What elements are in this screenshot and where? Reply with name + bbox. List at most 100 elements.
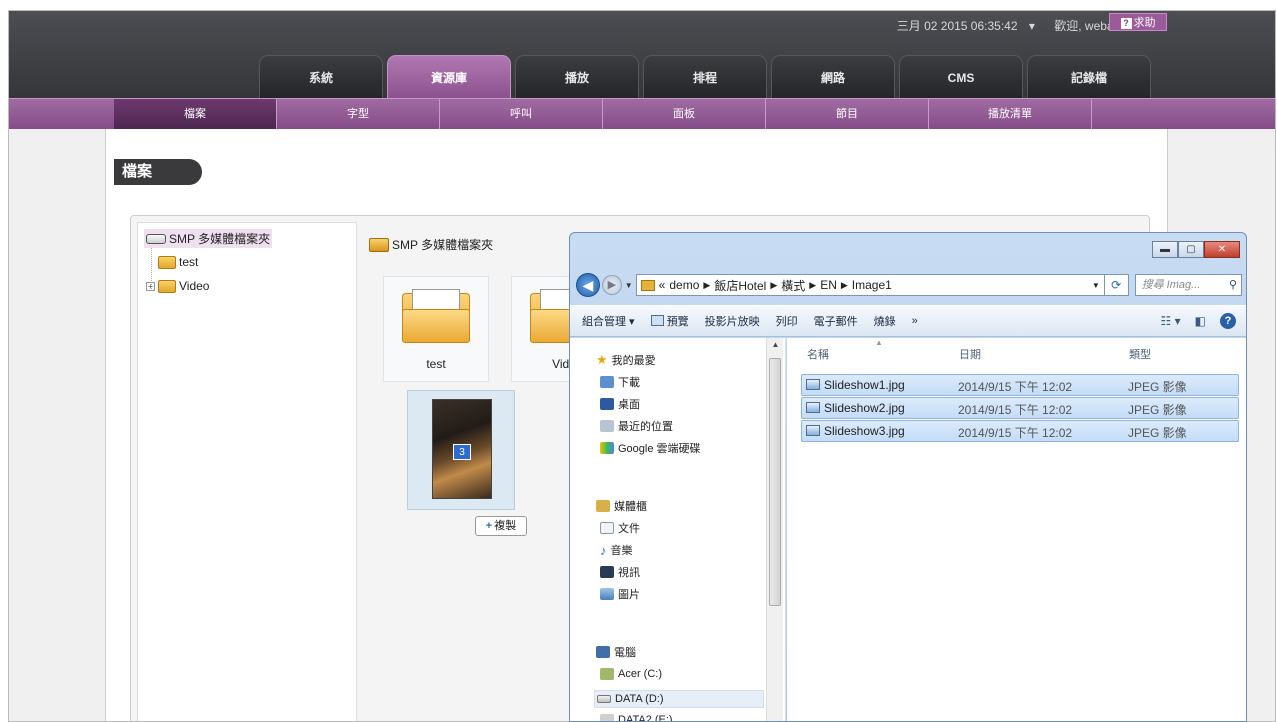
tree-item-test[interactable]: test bbox=[158, 255, 198, 269]
nav-item-downloads[interactable]: 下載 bbox=[600, 374, 640, 390]
subtab-program[interactable]: 節目 bbox=[766, 99, 929, 129]
drive-icon bbox=[600, 714, 614, 721]
file-type: JPEG 影像 bbox=[1128, 426, 1187, 440]
tab-library[interactable]: 資源庫 bbox=[387, 55, 511, 99]
help-button[interactable]: ? 求助 bbox=[1109, 13, 1167, 31]
downloads-icon bbox=[600, 376, 614, 388]
tab-playback[interactable]: 播放 bbox=[515, 55, 639, 99]
nav-scrollbar[interactable]: ▲ bbox=[766, 338, 784, 721]
breadcrumb-item[interactable]: Image1 bbox=[852, 278, 892, 292]
subtab-playlist[interactable]: 播放清單 bbox=[929, 99, 1092, 129]
nav-item-drive-d[interactable]: DATA (D:) bbox=[594, 690, 764, 708]
tab-system[interactable]: 系統 bbox=[259, 55, 383, 99]
navigation-pane: ★ 我的最愛 下載 桌面 最近的位置 Google 雲端硬碟 媒體櫃 文件 ♪ bbox=[570, 338, 786, 721]
document-icon bbox=[600, 522, 614, 534]
breadcrumb-item[interactable]: demo bbox=[669, 278, 699, 292]
minimize-button[interactable]: ▬ bbox=[1152, 241, 1178, 258]
nav-libraries[interactable]: 媒體櫃 bbox=[596, 498, 647, 514]
nav-item-drive-c[interactable]: Acer (C:) bbox=[600, 668, 662, 680]
sub-navigation: 檔案 字型 呼叫 面板 節目 播放清單 bbox=[9, 98, 1275, 129]
breadcrumb-overflow[interactable]: « bbox=[659, 278, 666, 292]
tree-item-root[interactable]: SMP 多媒體檔案夾 bbox=[144, 229, 273, 248]
slideshow-button[interactable]: 投影片放映 bbox=[705, 313, 760, 329]
nav-item-documents[interactable]: 文件 bbox=[600, 520, 640, 536]
chevron-right-icon: ▶ bbox=[703, 279, 711, 290]
breadcrumb-item[interactable]: EN bbox=[820, 278, 837, 292]
file-name: Slideshow1.jpg bbox=[824, 378, 905, 392]
chevron-down-icon[interactable]: ▼ bbox=[1092, 281, 1100, 290]
file-row[interactable]: Slideshow2.jpg 2014/9/15 下午 12:02 JPEG 影… bbox=[801, 397, 1239, 419]
file-date: 2014/9/15 下午 12:02 bbox=[958, 380, 1073, 394]
file-name-cell: Slideshow1.jpg bbox=[806, 378, 905, 392]
folder-tree: SMP 多媒體檔案夾 test + Video bbox=[137, 222, 357, 721]
subtab-call[interactable]: 呼叫 bbox=[440, 99, 603, 129]
print-button[interactable]: 列印 bbox=[776, 313, 798, 329]
tree-item-video[interactable]: + Video bbox=[146, 279, 209, 293]
nav-item-recent[interactable]: 最近的位置 bbox=[600, 418, 673, 434]
chevron-right-icon: ▶ bbox=[840, 279, 848, 290]
back-button[interactable]: ◀ bbox=[576, 273, 600, 297]
more-commands-button[interactable]: » bbox=[912, 315, 918, 327]
history-dropdown-icon[interactable]: ▼ bbox=[625, 281, 633, 290]
maximize-button[interactable]: ▢ bbox=[1178, 241, 1204, 258]
subtab-panel[interactable]: 面板 bbox=[603, 99, 766, 129]
datetime-dropdown[interactable]: 三月 02 2015 06:35:42 ▾ bbox=[889, 19, 1035, 33]
forward-button[interactable]: ▶ bbox=[601, 275, 622, 295]
burn-button[interactable]: 燒錄 bbox=[874, 313, 896, 329]
preview-button[interactable]: 預覽 bbox=[650, 313, 689, 329]
help-icon[interactable]: ? bbox=[1220, 313, 1236, 329]
folder-tile-test[interactable]: test bbox=[383, 276, 489, 382]
column-header-type[interactable]: 類型 bbox=[1129, 346, 1151, 362]
organize-button[interactable]: 組合管理 ▾ bbox=[582, 313, 635, 329]
tab-cms[interactable]: CMS bbox=[899, 55, 1023, 99]
address-bar[interactable]: « demo ▶ 飯店Hotel ▶ 橫式 ▶ EN ▶ Image1 ▼ bbox=[635, 274, 1105, 296]
tab-schedule[interactable]: 排程 bbox=[643, 55, 767, 99]
subtab-fonts[interactable]: 字型 bbox=[277, 99, 440, 129]
preview-icon bbox=[650, 315, 664, 326]
column-header-name[interactable]: 名稱 bbox=[807, 346, 829, 362]
tab-network[interactable]: 網路 bbox=[771, 55, 895, 99]
nav-computer[interactable]: 電腦 bbox=[596, 644, 636, 660]
column-header-date[interactable]: 日期 bbox=[959, 346, 981, 362]
nav-item-pictures[interactable]: 圖片 bbox=[600, 586, 640, 602]
nav-item-google-drive[interactable]: Google 雲端硬碟 bbox=[600, 440, 701, 456]
column-label: 名稱 bbox=[807, 349, 829, 361]
plus-icon: + bbox=[485, 520, 493, 532]
breadcrumb-item[interactable]: 橫式 bbox=[781, 277, 805, 294]
subtab-files[interactable]: 檔案 bbox=[114, 99, 277, 129]
file-name: Slideshow2.jpg bbox=[824, 401, 905, 415]
email-button[interactable]: 電子郵件 bbox=[814, 313, 858, 329]
tab-log[interactable]: 記錄檔 bbox=[1027, 55, 1151, 99]
file-row[interactable]: Slideshow1.jpg 2014/9/15 下午 12:02 JPEG 影… bbox=[801, 374, 1239, 396]
nav-item-music[interactable]: ♪ 音樂 bbox=[600, 542, 633, 558]
expand-icon[interactable]: + bbox=[146, 281, 155, 291]
file-row[interactable]: Slideshow3.jpg 2014/9/15 下午 12:02 JPEG 影… bbox=[801, 420, 1239, 442]
current-folder-header: SMP 多媒體檔案夾 bbox=[369, 236, 493, 253]
breadcrumb-item[interactable]: 飯店Hotel bbox=[714, 277, 766, 294]
image-file-icon bbox=[806, 425, 820, 436]
view-options-icon[interactable]: ☷ ▾ bbox=[1161, 314, 1181, 328]
nav-item-videos[interactable]: 視訊 bbox=[600, 564, 640, 580]
preview-pane-icon[interactable]: ◧ bbox=[1195, 314, 1206, 328]
file-list: 名稱 ▲ 日期 類型 Slideshow1.jpg 2014/9/15 下午 1… bbox=[787, 338, 1246, 721]
copy-button[interactable]: + 複製 bbox=[475, 516, 527, 536]
folder-icon bbox=[158, 279, 176, 293]
close-button[interactable]: ✕ bbox=[1204, 241, 1240, 258]
nav-favorites[interactable]: ★ 我的最愛 bbox=[596, 352, 656, 368]
nav-label: DATA (D:) bbox=[615, 693, 664, 705]
nav-item-desktop[interactable]: 桌面 bbox=[600, 396, 640, 412]
nav-item-drive-e[interactable]: DATA2 (E:) bbox=[600, 714, 673, 721]
drive-icon bbox=[146, 233, 166, 244]
file-name: Slideshow3.jpg bbox=[824, 424, 905, 438]
open-folder-icon bbox=[369, 237, 389, 252]
image-file-tile[interactable]: 3 bbox=[407, 390, 515, 510]
search-input[interactable]: 搜尋 Imag... ⚲ bbox=[1134, 274, 1242, 296]
sort-arrow-icon: ▲ bbox=[875, 338, 883, 347]
nav-label: 圖片 bbox=[618, 589, 640, 601]
scroll-up-icon[interactable]: ▲ bbox=[767, 340, 784, 349]
nav-label: 桌面 bbox=[618, 399, 640, 411]
scroll-thumb[interactable] bbox=[769, 358, 781, 606]
column-label: 類型 bbox=[1129, 349, 1151, 361]
refresh-button[interactable]: ⟳ bbox=[1104, 274, 1129, 296]
nav-label: 電腦 bbox=[614, 647, 636, 659]
